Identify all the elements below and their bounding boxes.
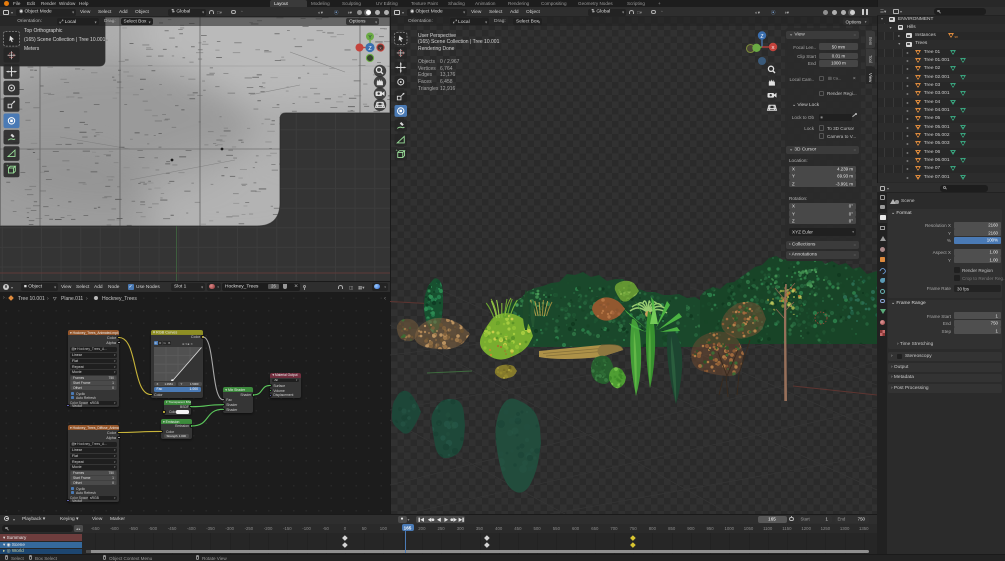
svg-text:Z: Z	[760, 34, 763, 40]
